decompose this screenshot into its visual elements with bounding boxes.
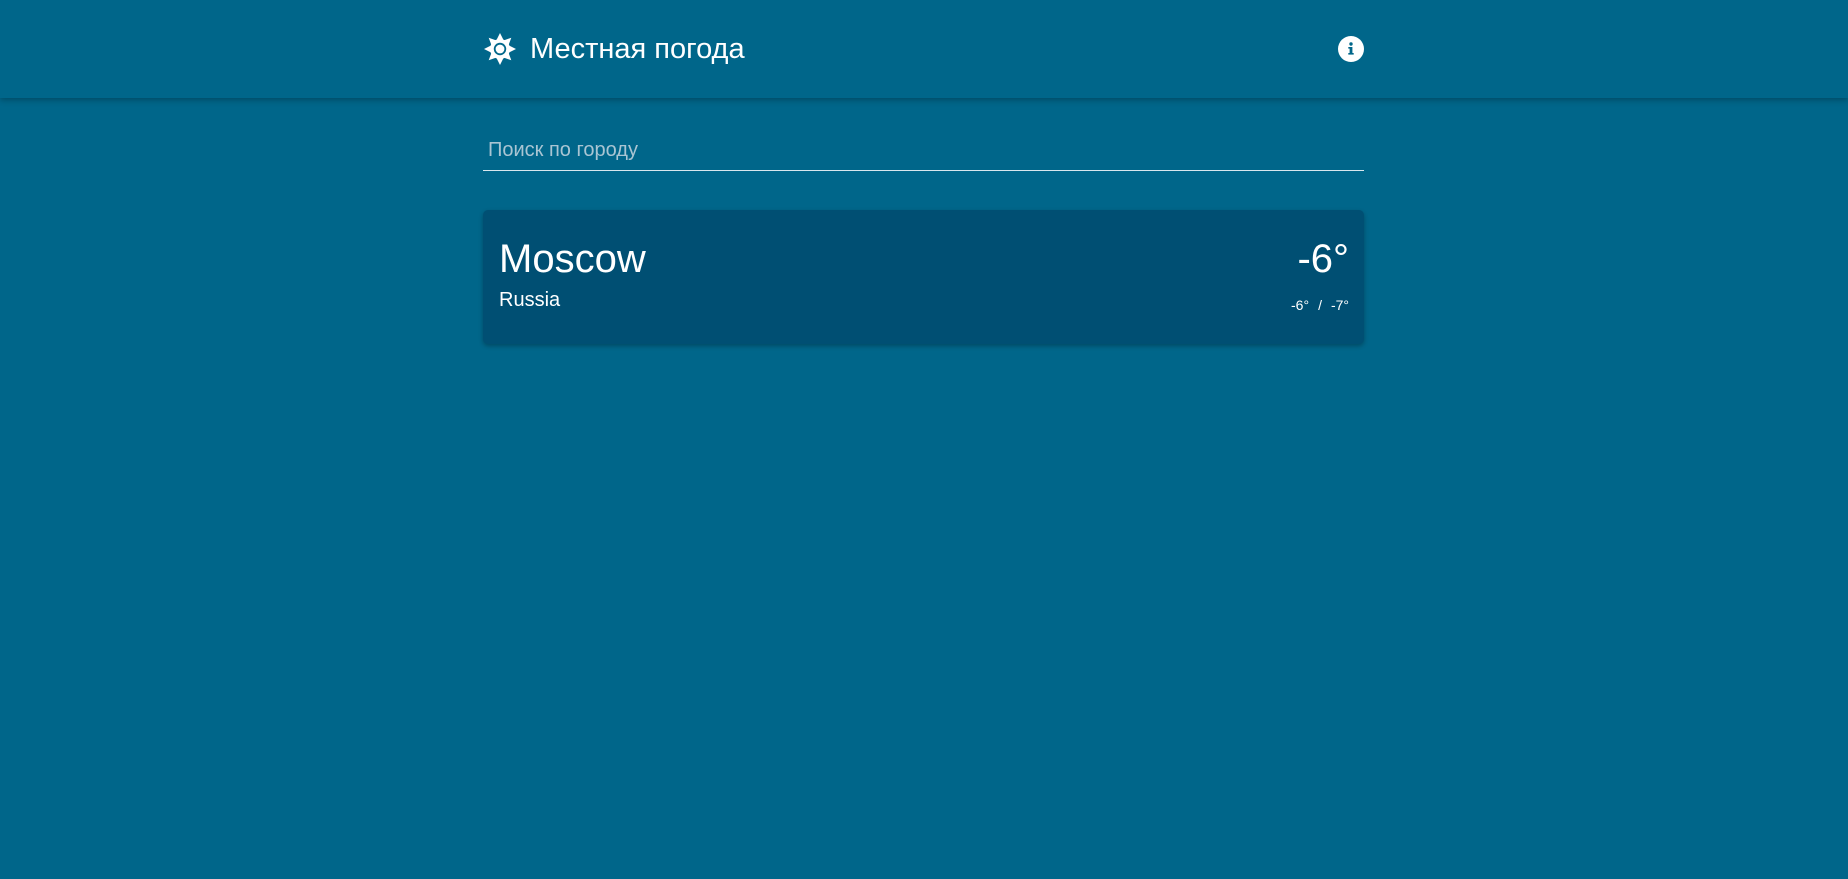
search-input[interactable] (483, 130, 1364, 170)
temperature-range: -6° / -7° (1291, 296, 1349, 314)
temp-high: -6° (1291, 297, 1310, 313)
temp-separator: / (1318, 297, 1322, 313)
sun-icon (483, 32, 517, 66)
country-name: Russia (499, 289, 561, 311)
temp-low: -7° (1330, 297, 1349, 313)
info-button[interactable] (1338, 36, 1364, 62)
info-icon (1348, 42, 1354, 55)
brand: Местная погода (483, 29, 745, 69)
current-temperature: -6° (1297, 237, 1349, 281)
search-field (483, 130, 1364, 171)
city-name: Moscow (499, 237, 646, 281)
app-title: Местная погода (530, 33, 745, 65)
header-inner: Местная погода (483, 0, 1364, 98)
app-header: Местная погода (0, 0, 1848, 98)
city-card[interactable]: Moscow Russia -6° -6° / -7° (483, 210, 1364, 344)
